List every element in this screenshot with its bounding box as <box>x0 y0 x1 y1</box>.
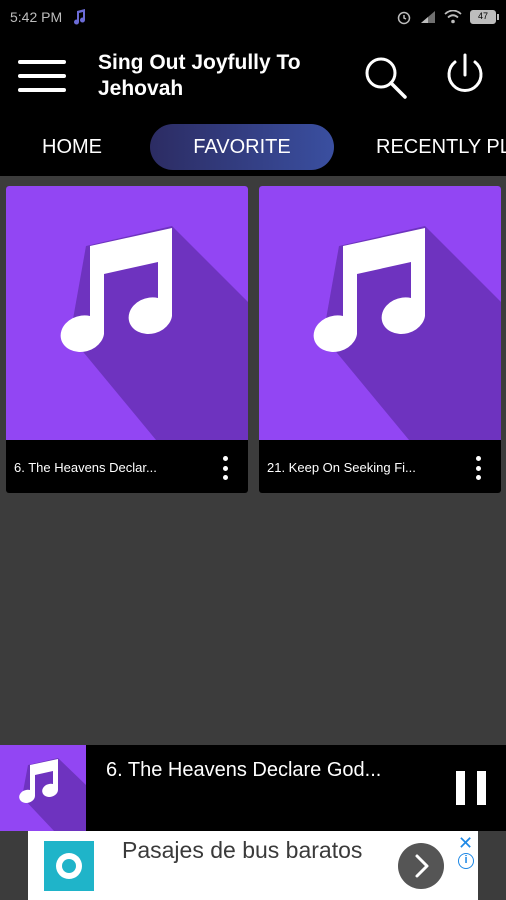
status-time: 5:42 PM <box>10 9 63 25</box>
pause-icon[interactable] <box>456 771 486 805</box>
app-title: Sing Out Joyfully To Jehovah <box>98 51 301 100</box>
menu-icon-line <box>18 60 66 64</box>
alarm-icon <box>397 11 411 25</box>
song-title: 21. Keep On Seeking Fi... <box>267 460 416 475</box>
status-bar: 5:42 PM 47 <box>0 0 506 34</box>
chevron-right-icon[interactable] <box>398 843 444 889</box>
more-options-icon[interactable] <box>473 456 483 480</box>
song-title: 6. The Heavens Declar... <box>14 460 157 475</box>
tab-recently-played[interactable]: RECENTLY PL <box>376 124 506 170</box>
music-note-icon <box>313 226 501 440</box>
info-icon[interactable]: i <box>458 853 474 869</box>
power-icon[interactable] <box>440 50 490 100</box>
ad-banner[interactable]: Pasajes de bus baratos ✕ i <box>28 831 478 900</box>
dot <box>475 475 481 480</box>
close-icon[interactable]: ✕ <box>458 833 473 854</box>
now-playing-bar[interactable]: 6. The Heavens Declare God... <box>0 745 506 831</box>
wifi-icon <box>444 10 462 24</box>
music-note-icon <box>74 9 86 25</box>
signal-icon <box>421 11 435 23</box>
dot <box>222 465 228 471</box>
menu-icon-line <box>18 74 66 78</box>
song-card[interactable]: 6. The Heavens Declar... <box>6 186 248 493</box>
more-options-icon[interactable] <box>220 456 230 480</box>
song-card[interactable]: 21. Keep On Seeking Fi... <box>259 186 501 493</box>
now-playing-title: 6. The Heavens Declare God... <box>106 759 382 781</box>
ad-app-icon <box>44 841 94 891</box>
menu-icon-line <box>18 88 66 92</box>
tab-home[interactable]: HOME <box>42 124 102 170</box>
dot <box>475 465 481 471</box>
dot <box>222 475 228 480</box>
dot <box>475 456 481 461</box>
tab-favorite[interactable]: FAVORITE <box>150 124 334 170</box>
music-note-icon <box>19 758 86 831</box>
ad-text: Pasajes de bus baratos <box>122 837 363 863</box>
tab-bar: HOME FAVORITE RECENTLY PL <box>0 120 506 176</box>
album-art <box>6 186 248 440</box>
pause-bar <box>477 771 486 805</box>
pause-bar <box>456 771 465 805</box>
battery-icon: 47 <box>470 10 499 24</box>
now-playing-art <box>0 745 86 831</box>
menu-button[interactable] <box>18 58 66 94</box>
music-note-icon <box>60 226 248 440</box>
dot <box>222 456 228 461</box>
album-art <box>259 186 501 440</box>
search-icon[interactable] <box>360 52 410 102</box>
app-bar: Sing Out Joyfully To Jehovah <box>0 34 506 120</box>
